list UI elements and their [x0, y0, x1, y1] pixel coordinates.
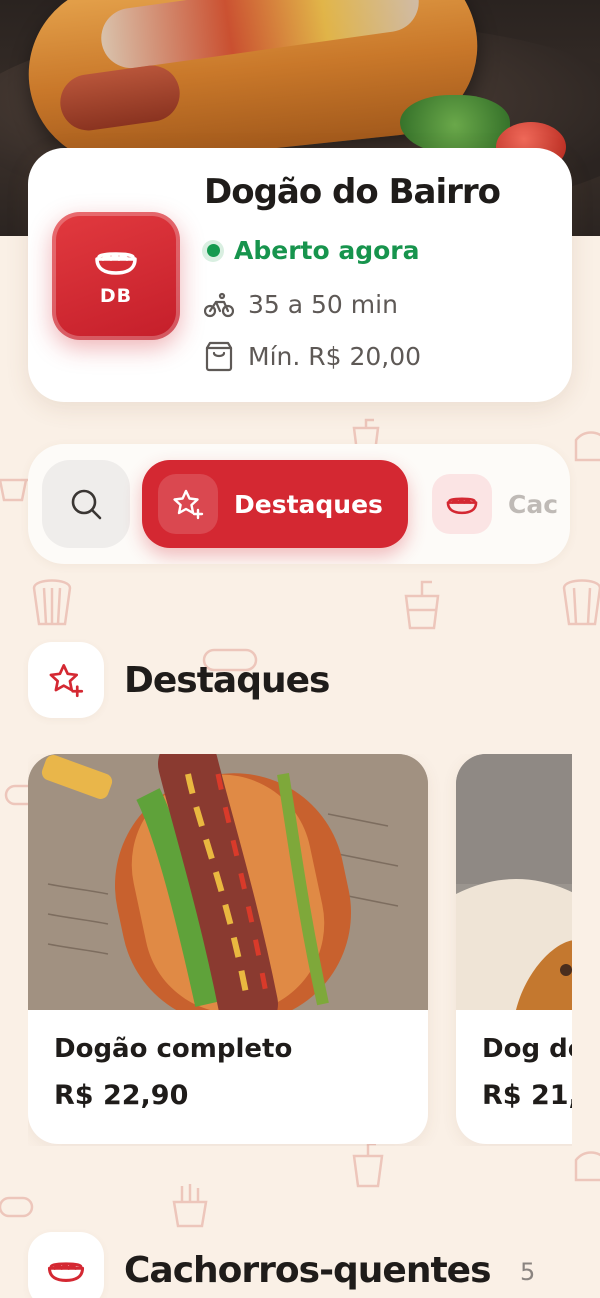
product-name: Dog de — [482, 1034, 572, 1064]
delivery-time-row: 35 a 50 min — [204, 290, 398, 319]
category-chip-cachorros[interactable]: Cac — [432, 474, 558, 534]
status-text: Aberto agora — [234, 236, 420, 265]
product-name: Dogão completo — [54, 1034, 293, 1064]
status-dot — [202, 239, 224, 262]
star-icon — [173, 489, 204, 520]
delivery-time: 35 a 50 min — [248, 290, 398, 319]
section-title-destaques: Destaques — [124, 660, 330, 701]
hotdog-doodle — [0, 1196, 34, 1218]
shopping-bag-icon — [205, 341, 233, 372]
bicycle-icon — [204, 292, 234, 317]
product-price: R$ 21,9 — [482, 1080, 572, 1111]
fries-doodle — [574, 431, 600, 462]
product-photo — [28, 754, 428, 1010]
store-name: Dogão do Bairro — [204, 172, 501, 212]
product-price: R$ 22,90 — [54, 1080, 189, 1111]
product-photo — [456, 754, 572, 1010]
search-icon — [71, 489, 102, 520]
minimum-order-row: Mín. R$ 20,00 — [204, 340, 421, 372]
popcorn-doodle — [562, 579, 600, 626]
store-logo: DB — [52, 212, 180, 340]
open-status: Aberto agora — [202, 236, 420, 265]
product-card[interactable]: Dogão completo R$ 22,90 — [28, 754, 428, 1144]
popcorn-doodle — [32, 579, 72, 626]
featured-carousel[interactable]: Dogão completo R$ 22,90 Dog de R$ 21,9 — [28, 754, 572, 1146]
drink-cup-doodle — [404, 580, 440, 630]
category-chip-destaques[interactable]: Destaques — [142, 460, 408, 548]
drink-cup-doodle — [352, 1142, 384, 1188]
product-card[interactable]: Dog de R$ 21,9 — [456, 754, 572, 1144]
section-icon-cachorros — [28, 1232, 104, 1298]
section-title-cachorros: Cachorros-quentes — [124, 1250, 492, 1291]
fries-doodle — [574, 1151, 600, 1182]
search-button[interactable] — [42, 460, 130, 548]
minimum-order: Mín. R$ 20,00 — [248, 341, 422, 371]
hotdog-icon — [47, 1262, 85, 1282]
category-bar: Destaques Cac — [28, 444, 570, 564]
section-item-count: 5 — [520, 1258, 536, 1286]
hotdog-icon — [446, 497, 478, 515]
section-icon-destaques — [28, 642, 104, 718]
hotdog-icon — [95, 252, 137, 275]
star-icon — [49, 664, 84, 698]
fries-doodle — [172, 1184, 208, 1228]
